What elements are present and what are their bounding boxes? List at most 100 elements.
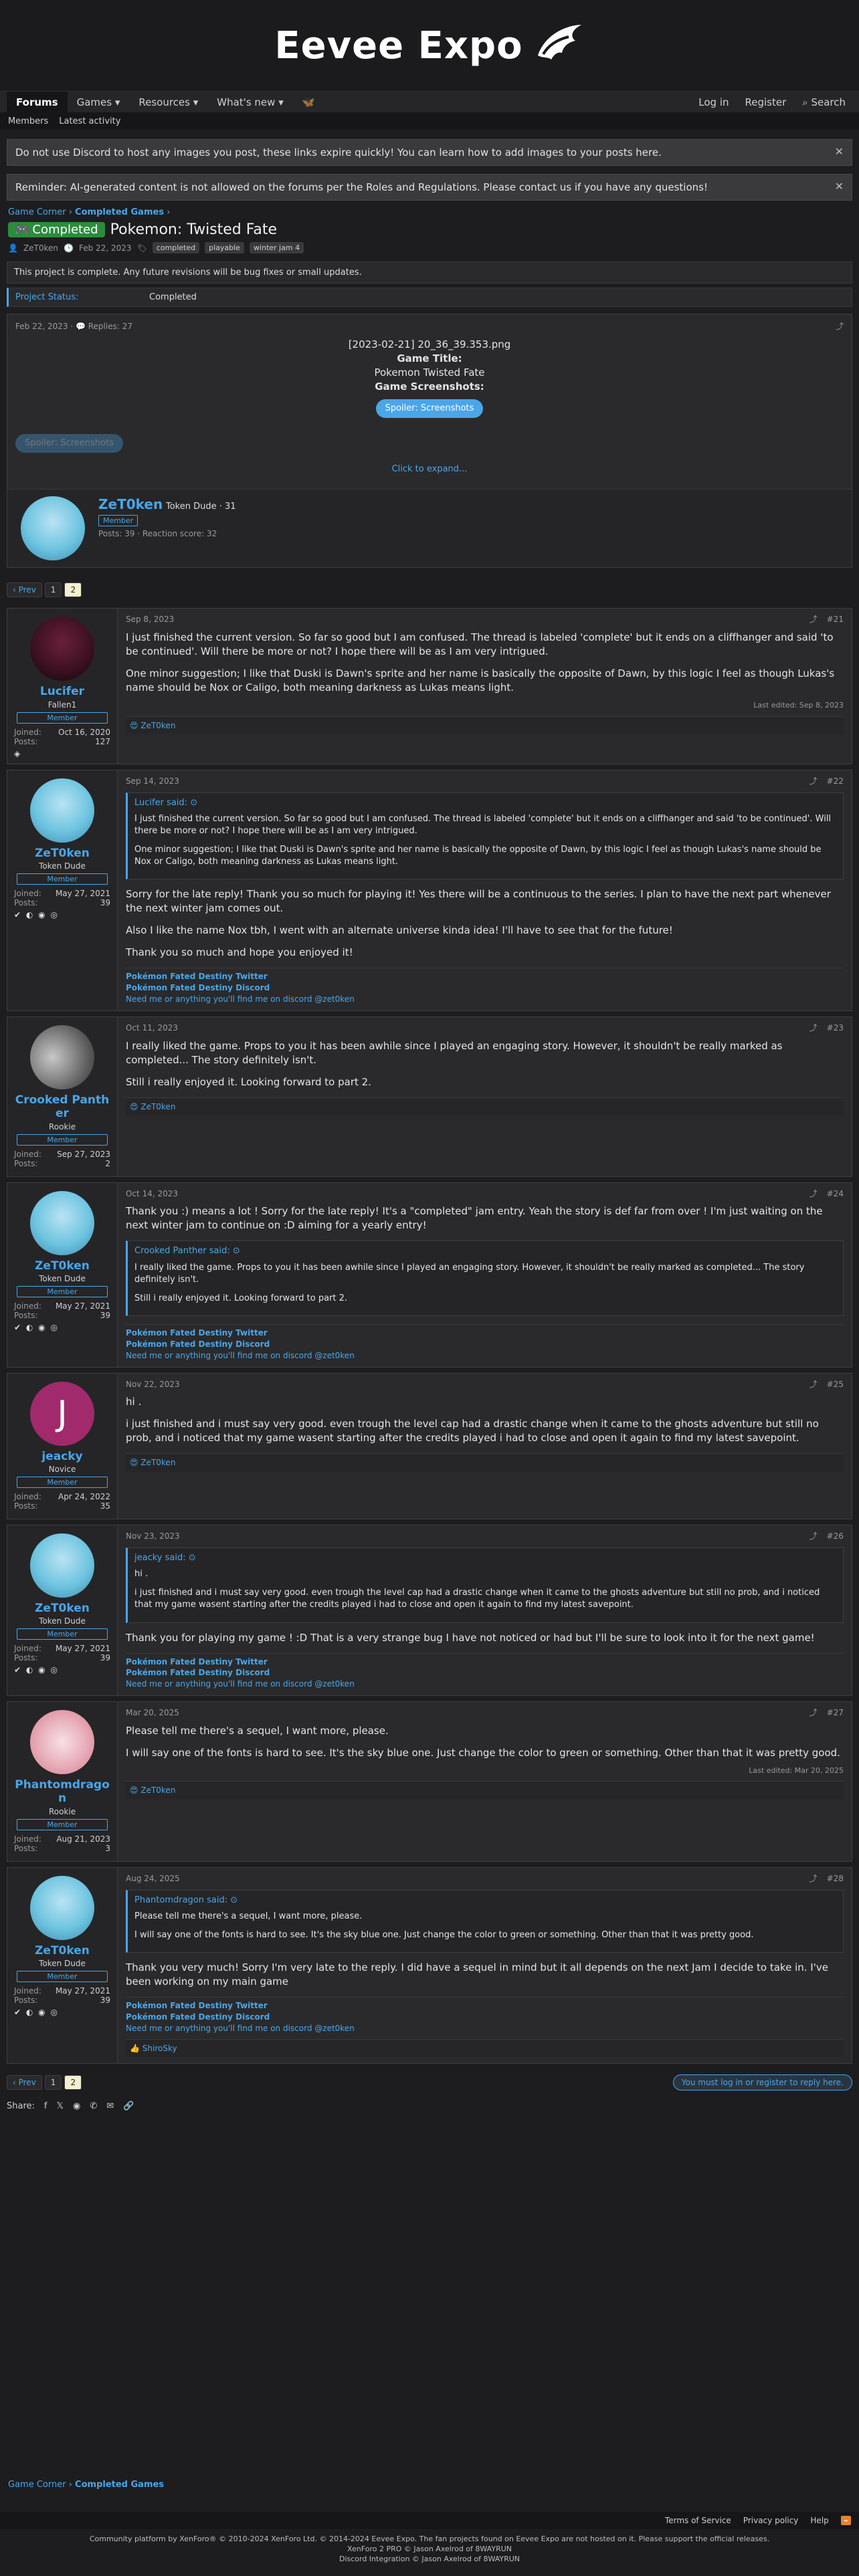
trophy-icons[interactable]: ✔ ◐ ◉ ◎	[14, 910, 110, 920]
avatar[interactable]	[30, 1025, 94, 1089]
share-icon[interactable]: ⤴	[809, 1023, 818, 1034]
op-date[interactable]: Feb 22, 2023	[15, 322, 68, 331]
username[interactable]: Crooked Panther	[14, 1093, 110, 1121]
signature-twitter-link[interactable]: Pokémon Fated Destiny Twitter	[126, 1327, 844, 1339]
prev-page-button[interactable]: ‹ Prev	[7, 2075, 42, 2090]
reaction-bar[interactable]: 😍 ZeT0ken	[126, 1097, 844, 1116]
avatar[interactable]	[30, 1709, 94, 1774]
share-icon[interactable]: ⤴	[809, 1379, 818, 1390]
spoiler-button[interactable]: Spoiler: Screenshots	[375, 399, 484, 418]
latest-activity-link[interactable]: Latest activity	[59, 116, 120, 126]
breadcrumb-game-corner[interactable]: Game Corner	[8, 207, 66, 217]
trophy-icons[interactable]: ✔ ◐ ◉ ◎	[14, 2008, 110, 2017]
reaction-user[interactable]: ZeT0ken	[140, 721, 175, 730]
prev-page-button[interactable]: ‹ Prev	[7, 582, 42, 598]
share-icon[interactable]: ⤴	[809, 614, 818, 625]
chevron-down-icon[interactable]: ▾	[278, 96, 284, 108]
quote-author[interactable]: Crooked Panther said: ⊙	[134, 1245, 836, 1257]
share-icon[interactable]: ⤴	[809, 776, 818, 787]
login-link[interactable]: Log in	[692, 92, 735, 113]
share-icon[interactable]: ⤴	[809, 1707, 818, 1719]
reaction-user[interactable]: ZeT0ken	[140, 1458, 175, 1467]
signature-discord-link[interactable]: Pokémon Fated Destiny Discord	[126, 1667, 844, 1679]
post-number[interactable]: #28	[827, 1873, 844, 1885]
link-icon[interactable]: 🔗	[123, 2101, 134, 2111]
close-icon[interactable]: ✕	[835, 180, 844, 193]
reaction-bar[interactable]: 😍 ZeT0ken	[126, 1453, 844, 1473]
username[interactable]: Lucifer	[14, 685, 110, 698]
page-1[interactable]: 1	[44, 582, 62, 598]
rss-icon[interactable]: ⌁	[840, 2516, 851, 2525]
reaction-bar[interactable]: 👍 ShiroSky	[126, 2039, 844, 2058]
signature-discord-link[interactable]: Pokémon Fated Destiny Discord	[126, 1339, 844, 1350]
post-date[interactable]: Nov 23, 2023	[126, 1531, 180, 1542]
trophy-icons[interactable]: ✔ ◐ ◉ ◎	[14, 1323, 110, 1332]
search-button[interactable]: ⌕ Search	[795, 92, 852, 113]
quote-author[interactable]: Phantomdragon said: ⊙	[134, 1895, 836, 1907]
privacy-link[interactable]: Privacy policy	[743, 2516, 799, 2525]
register-link[interactable]: Register	[739, 92, 793, 113]
reddit-icon[interactable]: ◉	[73, 2101, 80, 2111]
members-link[interactable]: Members	[8, 116, 48, 126]
avatar[interactable]: J	[30, 1381, 94, 1446]
username[interactable]: ZeT0ken	[14, 1602, 110, 1615]
post-date[interactable]: Sep 14, 2023	[126, 776, 179, 787]
share-icon[interactable]: ⤴	[809, 1531, 818, 1542]
post-date[interactable]: Mar 20, 2025	[126, 1707, 179, 1719]
signature-twitter-link[interactable]: Pokémon Fated Destiny Twitter	[126, 2000, 844, 2012]
tab-forums[interactable]: Forums	[7, 91, 68, 113]
completed-label[interactable]: 🎮 Completed	[8, 222, 105, 237]
avatar[interactable]	[30, 778, 94, 843]
post-number[interactable]: #26	[827, 1531, 844, 1542]
username[interactable]: ZeT0ken	[14, 847, 110, 860]
signature-twitter-link[interactable]: Pokémon Fated Destiny Twitter	[126, 971, 844, 982]
breadcrumb-completed-games[interactable]: Completed Games	[75, 207, 164, 217]
reaction-user[interactable]: ZeT0ken	[140, 1102, 175, 1111]
post-date[interactable]: Aug 24, 2025	[126, 1873, 180, 1885]
avatar[interactable]	[30, 1190, 94, 1255]
share-icon[interactable]: ⤴	[809, 1873, 818, 1885]
post-date[interactable]: Oct 11, 2023	[126, 1023, 178, 1034]
quote-author[interactable]: jeacky said: ⊙	[134, 1552, 836, 1564]
share-icon[interactable]: ⤴	[809, 1188, 818, 1200]
quote-author[interactable]: Lucifer said: ⊙	[134, 797, 836, 809]
post-date[interactable]: Oct 14, 2023	[126, 1188, 178, 1200]
username[interactable]: jeacky	[14, 1450, 110, 1463]
username[interactable]: ZeT0ken	[14, 1259, 110, 1273]
reaction-bar[interactable]: 😍 ZeT0ken	[126, 716, 844, 735]
avatar[interactable]	[21, 496, 85, 561]
trophy-icons[interactable]: ✔ ◐ ◉ ◎	[14, 1665, 110, 1675]
avatar[interactable]	[30, 1533, 94, 1598]
avatar[interactable]	[30, 617, 94, 681]
tag-playable[interactable]: playable	[205, 242, 244, 253]
page-2[interactable]: 2	[64, 2075, 82, 2090]
tab-whats-new[interactable]: What's new ▾	[207, 92, 292, 113]
login-to-reply-button[interactable]: You must log in or register to reply her…	[672, 2074, 852, 2091]
x-icon[interactable]: 𝕏	[56, 2101, 63, 2111]
tag-winter-jam[interactable]: winter jam 4	[249, 242, 304, 253]
reaction-user[interactable]: ZeT0ken	[140, 1786, 175, 1795]
username[interactable]: Phantomdragon	[14, 1778, 110, 1806]
page-2[interactable]: 2	[64, 582, 82, 598]
signature-discord-link[interactable]: Pokémon Fated Destiny Discord	[126, 2012, 844, 2023]
facebook-icon[interactable]: f	[44, 2101, 47, 2111]
site-logo[interactable]: Eevee Expo	[274, 22, 584, 69]
trophy-icons[interactable]: ◈	[14, 749, 110, 758]
terms-link[interactable]: Terms of Service	[665, 2516, 731, 2525]
signature-discord-link[interactable]: Pokémon Fated Destiny Discord	[126, 982, 844, 994]
reaction-user[interactable]: ShiroSky	[142, 2044, 177, 2053]
author-name[interactable]: ZeT0ken	[98, 496, 163, 512]
tab-resources[interactable]: Resources ▾	[129, 92, 207, 113]
post-number[interactable]: #25	[827, 1379, 844, 1390]
breadcrumb-game-corner[interactable]: Game Corner	[8, 2480, 66, 2490]
page-1[interactable]: 1	[44, 2075, 62, 2090]
tab-games[interactable]: Games ▾	[68, 92, 130, 113]
reaction-bar[interactable]: 😍 ZeT0ken	[126, 1781, 844, 1800]
tag-completed[interactable]: completed	[152, 242, 200, 253]
whatsapp-icon[interactable]: ✆	[90, 2101, 97, 2111]
thread-author[interactable]: ZeT0ken	[23, 243, 58, 253]
expand-link[interactable]: Click to expand...	[15, 463, 844, 475]
butterfly-icon[interactable]: 🦋	[293, 92, 324, 113]
close-icon[interactable]: ✕	[835, 145, 844, 158]
signature-twitter-link[interactable]: Pokémon Fated Destiny Twitter	[126, 1656, 844, 1668]
